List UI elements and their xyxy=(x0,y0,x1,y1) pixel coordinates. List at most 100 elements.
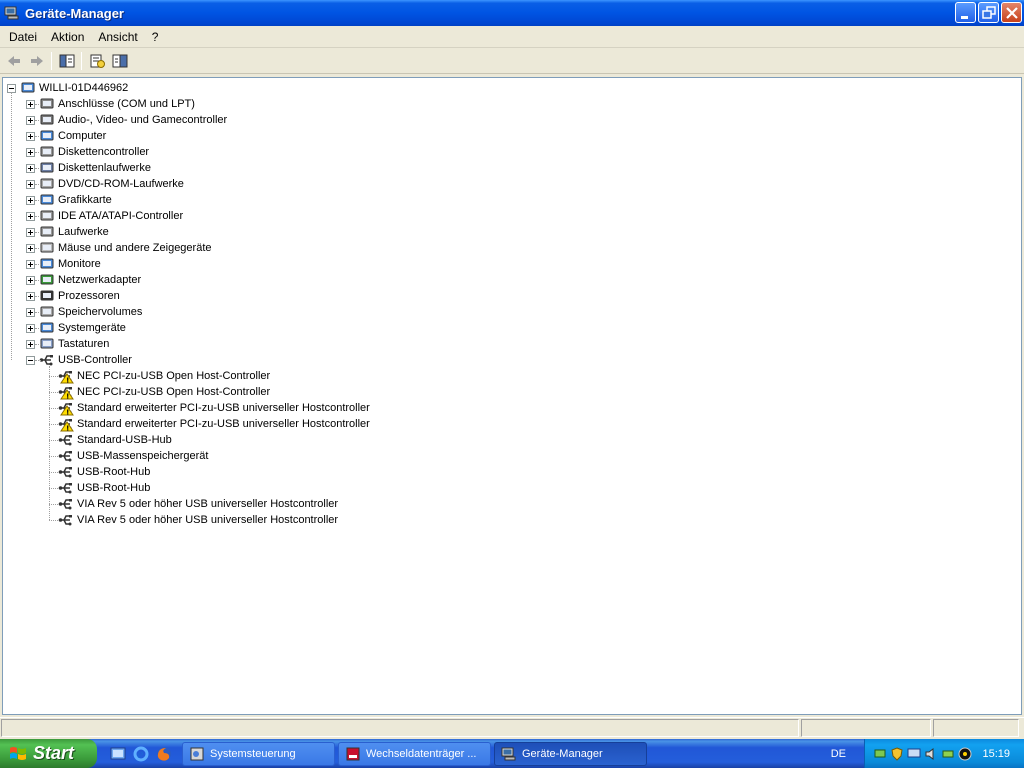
forward-button[interactable] xyxy=(25,50,48,72)
tree-category[interactable]: Mäuse und andere Zeigegeräte xyxy=(26,240,212,256)
tree-connector xyxy=(35,136,41,137)
clock[interactable]: 15:19 xyxy=(982,748,1010,760)
tree-category[interactable]: Diskettencontroller xyxy=(26,144,149,160)
tree-usb-device[interactable]: ! NEC PCI-zu-USB Open Host-Controller xyxy=(45,368,270,384)
show-desktop-icon[interactable] xyxy=(109,745,127,763)
tree-category[interactable]: Diskettenlaufwerke xyxy=(26,160,151,176)
tree-connector xyxy=(35,120,41,121)
menu-datei[interactable]: Datei xyxy=(2,28,44,46)
system-tray: 15:19 xyxy=(864,739,1024,768)
tree-usb-device[interactable]: USB-Root-Hub xyxy=(45,464,150,480)
safely-remove-hardware-icon[interactable] xyxy=(941,747,955,761)
tree-node-label: USB-Root-Hub xyxy=(77,482,151,494)
usb-device-icon: ! xyxy=(58,403,74,417)
back-button[interactable] xyxy=(2,50,25,72)
expand-toggle[interactable] xyxy=(26,243,35,253)
tree-connector xyxy=(35,264,41,265)
tree-category[interactable]: Speichervolumes xyxy=(26,304,142,320)
tree-node-label: Mäuse und andere Zeigegeräte xyxy=(58,242,212,254)
tree-usb-device[interactable]: ! Standard erweiterter PCI-zu-USB univers… xyxy=(45,400,370,416)
tree-category[interactable]: USB-Controller xyxy=(26,352,132,368)
expand-toggle[interactable] xyxy=(26,339,35,349)
tree-node-label: IDE ATA/ATAPI-Controller xyxy=(58,210,184,222)
tree-category[interactable]: IDE ATA/ATAPI-Controller xyxy=(26,208,183,224)
expand-toggle[interactable] xyxy=(26,115,35,125)
tree-connector xyxy=(35,312,41,313)
floppy-drive-icon xyxy=(40,162,54,173)
start-button[interactable]: Start xyxy=(0,739,97,768)
language-indicator[interactable]: DE xyxy=(831,748,846,760)
close-button[interactable] xyxy=(1001,2,1022,23)
expand-toggle[interactable] xyxy=(26,99,35,109)
tree-connector xyxy=(35,152,41,153)
properties-icon xyxy=(90,54,105,68)
svg-text:!: ! xyxy=(66,377,69,385)
tree-usb-device[interactable]: USB-Massenspeichergerät xyxy=(45,448,208,464)
display-adapter-icon xyxy=(40,194,54,205)
task-geraete-manager[interactable]: Geräte-Manager xyxy=(494,741,647,766)
cdrom-icon xyxy=(40,178,54,189)
menu-help[interactable]: ? xyxy=(145,28,166,46)
internet-explorer-icon[interactable]: e xyxy=(132,745,150,763)
usb-device-icon: ! xyxy=(58,371,74,385)
expand-toggle[interactable] xyxy=(26,227,35,237)
svg-text:e: e xyxy=(137,748,144,761)
expand-toggle[interactable] xyxy=(26,163,35,173)
tree-usb-device[interactable]: ! Standard erweiterter PCI-zu-USB univers… xyxy=(45,416,370,432)
firefox-icon[interactable] xyxy=(155,745,173,763)
minimize-icon xyxy=(961,16,968,19)
device-tree[interactable]: WILLI-01D446962 Anschlüsse (COM und LPT) A… xyxy=(2,77,1022,715)
tree-connector xyxy=(35,200,41,201)
expand-toggle[interactable] xyxy=(26,131,35,141)
tree-category[interactable]: DVD/CD-ROM-Laufwerke xyxy=(26,176,184,192)
tree-category[interactable]: Netzwerkadapter xyxy=(26,272,141,288)
tree-usb-device[interactable]: Standard-USB-Hub xyxy=(45,432,172,448)
task-wechseldatentraeger[interactable]: Wechseldatenträger ... xyxy=(338,741,491,766)
task-label: Wechseldatenträger ... xyxy=(366,747,477,760)
expand-toggle[interactable] xyxy=(26,275,35,285)
speaker-icon[interactable] xyxy=(924,747,938,761)
tree-connector xyxy=(49,472,58,473)
processor-icon xyxy=(40,290,54,301)
task-systemsteuerung[interactable]: Systemsteuerung xyxy=(182,741,335,766)
minimize-button[interactable] xyxy=(955,2,976,23)
monitor-icon[interactable] xyxy=(907,747,921,761)
device-manager-icon xyxy=(501,747,516,760)
expand-toggle[interactable] xyxy=(26,259,35,269)
expand-toggle[interactable] xyxy=(26,323,35,333)
tree-usb-device[interactable]: ! NEC PCI-zu-USB Open Host-Controller xyxy=(45,384,270,400)
tree-category[interactable]: Anschlüsse (COM und LPT) xyxy=(26,96,195,112)
expand-toggle[interactable] xyxy=(26,291,35,301)
menu-ansicht[interactable]: Ansicht xyxy=(91,28,144,46)
tree-root-computer[interactable]: WILLI-01D446962 xyxy=(7,80,128,96)
title-bar[interactable]: Geräte-Manager xyxy=(0,0,1024,26)
help-view-button[interactable] xyxy=(108,50,131,72)
tree-connector xyxy=(35,248,41,249)
security-shield-icon[interactable] xyxy=(890,746,904,761)
tree-usb-device[interactable]: USB-Root-Hub xyxy=(45,480,150,496)
expand-toggle[interactable] xyxy=(26,211,35,221)
svg-text:!: ! xyxy=(66,409,69,417)
tree-node-label: Speichervolumes xyxy=(58,306,143,318)
expand-toggle[interactable] xyxy=(26,179,35,189)
back-arrow-icon xyxy=(7,56,20,66)
network-icon[interactable] xyxy=(873,747,887,761)
menu-aktion[interactable]: Aktion xyxy=(44,28,91,46)
expand-toggle[interactable] xyxy=(26,147,35,157)
tree-node-label: Diskettencontroller xyxy=(58,146,150,158)
collapse-toggle[interactable] xyxy=(26,355,35,365)
properties-button[interactable] xyxy=(85,50,108,72)
tree-category[interactable]: Audio-, Video- und Gamecontroller xyxy=(26,112,227,128)
show-hide-tree-button[interactable] xyxy=(55,50,78,72)
usb-device-icon xyxy=(58,515,72,526)
computer-icon xyxy=(21,82,35,93)
expand-toggle[interactable] xyxy=(26,307,35,317)
media-player-icon[interactable] xyxy=(958,747,972,761)
expand-toggle[interactable] xyxy=(26,195,35,205)
tree-usb-device[interactable]: VIA Rev 5 oder höher USB universeller Ho… xyxy=(45,496,338,512)
restore-button[interactable] xyxy=(978,2,999,23)
port-icon xyxy=(40,98,54,109)
tree-usb-device[interactable]: VIA Rev 5 oder höher USB universeller Ho… xyxy=(45,512,338,528)
restore-icon xyxy=(982,6,996,19)
usb-device-icon: ! xyxy=(58,419,74,432)
